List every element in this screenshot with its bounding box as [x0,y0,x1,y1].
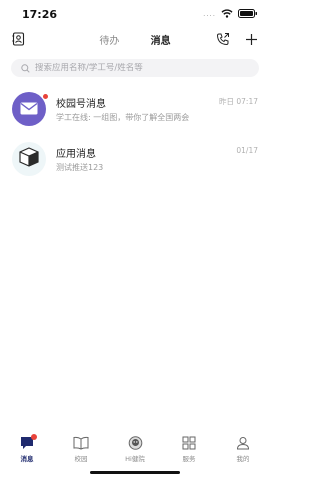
tabbar-item-campus[interactable]: 校园 [54,432,108,466]
tabbar-label: 服务 [182,455,196,463]
tabbar-item-services[interactable]: 服务 [162,432,216,466]
message-preview: 测试推送123 [56,163,104,172]
mascot-icon [108,436,162,450]
tabbar-label: 我的 [236,455,250,463]
status-indicators: .... [203,9,258,18]
tabbar-label: 消息 [20,455,34,463]
message-icon [0,436,54,450]
tab-messages[interactable]: 消息 [151,32,171,47]
message-time: 01/17 [236,146,258,155]
message-title: 应用消息 [56,149,96,160]
list-item-app-messages[interactable]: 应用消息 测试推送123 01/17 [0,139,270,183]
phone-icon[interactable] [216,31,230,50]
avatar [12,92,46,126]
message-time: 昨日 07:17 [219,97,258,106]
box-icon [18,147,40,171]
tab-todo[interactable]: 待办 [99,32,119,47]
plus-icon[interactable] [245,31,258,50]
tabbar-label: Hi健院 [125,455,145,463]
mail-icon [20,100,38,119]
grid-icon [162,436,216,450]
book-icon [54,436,108,450]
tabbar-label: 校园 [74,455,88,463]
wifi-icon [221,9,233,18]
top-nav: 待办 消息 [0,28,270,52]
tabbar-item-messages[interactable]: 消息 [0,432,54,466]
status-bar: 17:26 .... [0,0,270,26]
home-indicator [90,471,180,474]
avatar [12,142,46,176]
list-item-campus-messages[interactable]: 校园号消息 学工在线: 一组图，带你了解全国两会 昨日 07:17 [0,89,270,133]
unread-badge [42,93,49,100]
tabbar-item-hi[interactable]: Hi健院 [108,432,162,466]
search-bar[interactable] [11,59,259,77]
message-title: 校园号消息 [56,99,106,110]
person-icon [216,436,270,450]
status-time: 17:26 [22,8,58,21]
search-input[interactable] [35,63,245,73]
unread-dot [31,434,37,440]
message-preview: 学工在线: 一组图，带你了解全国两会 [56,113,190,122]
search-icon [21,63,30,73]
signal-icon: .... [203,9,216,18]
bottom-tab-bar: 消息 校园 Hi健院 服务 我的 [0,432,270,466]
tabbar-item-me[interactable]: 我的 [216,432,270,466]
battery-icon [238,9,258,18]
